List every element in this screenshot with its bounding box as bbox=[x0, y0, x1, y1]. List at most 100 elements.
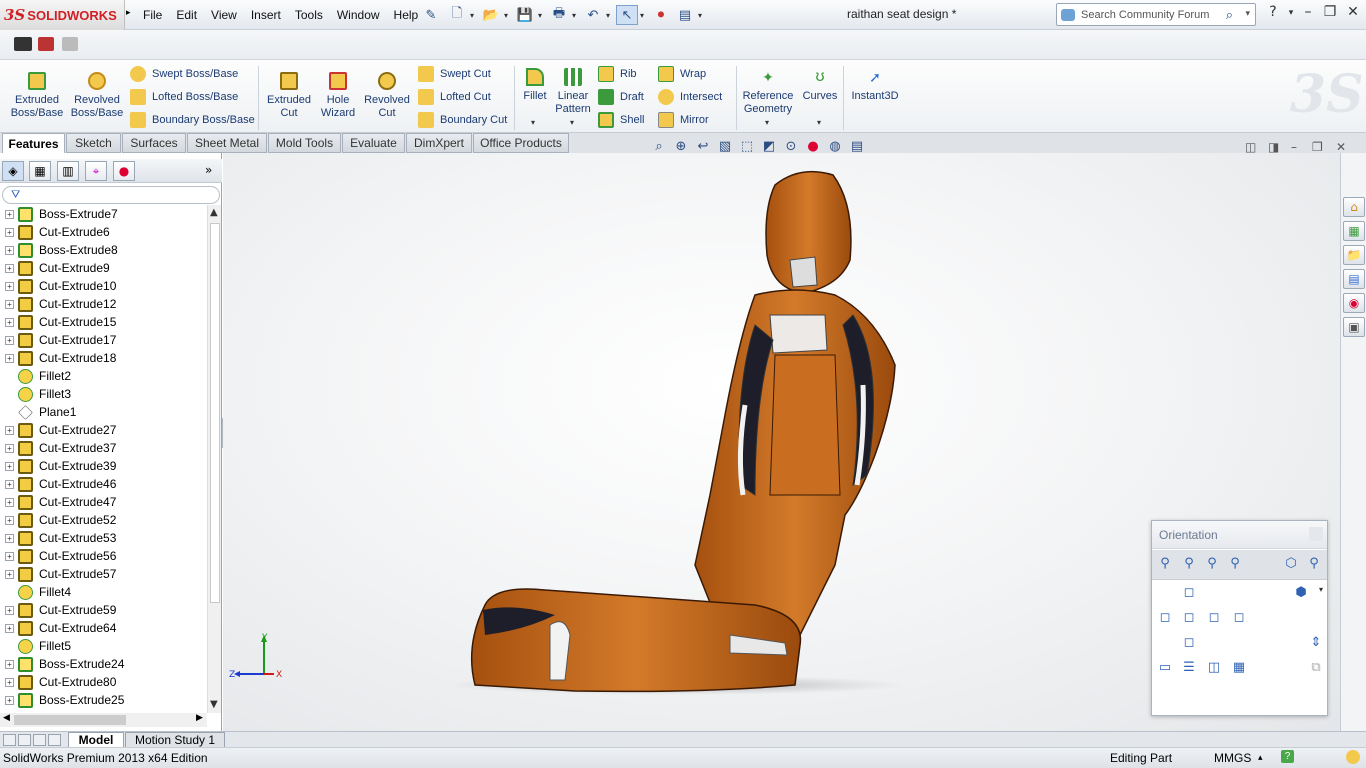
viewport-restore-icon[interactable]: ❐ bbox=[1312, 140, 1323, 154]
menu-tools[interactable]: Tools bbox=[288, 8, 330, 22]
reset-views-icon[interactable]: ⚲ bbox=[1226, 556, 1244, 572]
file-explorer-icon[interactable]: 📁 bbox=[1343, 245, 1365, 265]
new-dropdown-icon[interactable]: ▾ bbox=[470, 11, 478, 20]
display-style-icon[interactable]: ◩ bbox=[760, 139, 778, 157]
tree-node[interactable]: Fillet3 bbox=[0, 385, 207, 403]
tree-node[interactable]: + Cut-Extrude59 bbox=[0, 601, 207, 619]
search-dropdown-icon[interactable]: ▾ bbox=[1245, 8, 1250, 19]
expand-icon[interactable]: + bbox=[5, 317, 14, 327]
record-icon[interactable] bbox=[38, 37, 54, 51]
tab-surfaces[interactable]: Surfaces bbox=[122, 133, 186, 153]
back-view-icon[interactable]: ◻ bbox=[1230, 610, 1248, 626]
viewport-tile2-icon[interactable]: ◨ bbox=[1268, 140, 1279, 154]
menu-file[interactable]: File bbox=[136, 8, 169, 22]
swept-boss-button[interactable]: Swept Boss/Base bbox=[130, 64, 238, 84]
expand-icon[interactable]: + bbox=[5, 551, 14, 561]
tree-node[interactable]: + Cut-Extrude9 bbox=[0, 259, 207, 277]
display-manager-tab-icon[interactable]: ● bbox=[113, 161, 135, 181]
curves-dropdown-icon[interactable]: ▾ bbox=[817, 118, 821, 127]
tree-node[interactable]: + Cut-Extrude10 bbox=[0, 277, 207, 295]
expand-icon[interactable]: + bbox=[5, 443, 14, 453]
unit-system-selector[interactable]: MMGS bbox=[1214, 751, 1251, 765]
search-icon[interactable]: ⌕ bbox=[1226, 7, 1233, 23]
hscrollbar-thumb[interactable] bbox=[14, 715, 126, 725]
scroll-down-icon[interactable]: ▼ bbox=[210, 699, 218, 710]
zoom-to-area-icon[interactable]: ⊕ bbox=[672, 139, 690, 157]
tab-evaluate[interactable]: Evaluate bbox=[342, 133, 405, 153]
close-icon[interactable]: ✕ bbox=[1342, 4, 1364, 20]
viewport-close-icon[interactable]: ✕ bbox=[1336, 140, 1346, 154]
view-orientation-icon[interactable]: ⬚ bbox=[738, 139, 756, 157]
seat-3d-model[interactable] bbox=[455, 165, 915, 705]
menu-window[interactable]: Window bbox=[330, 8, 387, 22]
tree-node[interactable]: + Cut-Extrude39 bbox=[0, 457, 207, 475]
expand-icon[interactable]: + bbox=[5, 353, 14, 363]
menu-view[interactable]: View bbox=[204, 8, 244, 22]
units-dropdown-icon[interactable]: ▴ bbox=[1258, 752, 1263, 763]
single-view-icon[interactable]: ▭ bbox=[1156, 660, 1174, 676]
fillet-button[interactable]: Fillet bbox=[520, 66, 550, 103]
four-view-icon[interactable]: ▦ bbox=[1230, 660, 1248, 676]
tree-node[interactable]: + Cut-Extrude57 bbox=[0, 565, 207, 583]
expand-icon[interactable]: + bbox=[5, 281, 14, 291]
tab-mold-tools[interactable]: Mold Tools bbox=[268, 133, 341, 153]
normal-to-icon[interactable]: ⇕ bbox=[1307, 635, 1325, 651]
tree-node[interactable]: + Boss-Extrude24 bbox=[0, 655, 207, 673]
expand-icon[interactable]: + bbox=[5, 515, 14, 525]
prev-tab-icon[interactable] bbox=[18, 734, 31, 746]
expand-icon[interactable]: + bbox=[5, 659, 14, 669]
pin-view-icon[interactable]: ⚲ bbox=[1156, 556, 1174, 572]
tree-node[interactable]: Plane1 bbox=[0, 403, 207, 421]
menu-insert[interactable]: Insert bbox=[244, 8, 288, 22]
top-view-icon[interactable]: ◻ bbox=[1180, 585, 1198, 601]
expand-icon[interactable]: + bbox=[5, 245, 14, 255]
print-dropdown-icon[interactable]: ▾ bbox=[572, 11, 580, 20]
undo-dropdown-icon[interactable]: ▾ bbox=[606, 11, 614, 20]
print-icon[interactable]: 🖶 bbox=[548, 5, 570, 25]
hide-show-items-icon[interactable]: ⊙ bbox=[782, 139, 800, 157]
scroll-left-icon[interactable]: ◀ bbox=[3, 713, 10, 723]
revolved-cut-button[interactable]: Revolved Cut bbox=[362, 70, 412, 120]
solidworks-logo[interactable]: 3S SOLIDWORKS bbox=[0, 0, 125, 30]
expand-icon[interactable]: + bbox=[5, 335, 14, 345]
options-dropdown-icon[interactable]: ▾ bbox=[698, 11, 706, 20]
edit-appearance-icon[interactable]: ● bbox=[804, 139, 822, 157]
fillet-dropdown-icon[interactable]: ▾ bbox=[531, 118, 535, 127]
intersect-button[interactable]: Intersect bbox=[658, 87, 722, 107]
tree-node[interactable]: + Cut-Extrude15 bbox=[0, 313, 207, 331]
save-icon[interactable]: 💾 bbox=[514, 5, 536, 25]
expand-icon[interactable]: + bbox=[5, 299, 14, 309]
tab-model[interactable]: Model bbox=[68, 732, 124, 748]
expand-icon[interactable]: + bbox=[5, 209, 14, 219]
swept-cut-button[interactable]: Swept Cut bbox=[418, 64, 491, 84]
right-view-icon[interactable]: ◻ bbox=[1205, 610, 1223, 626]
update-view-icon[interactable]: ⚲ bbox=[1203, 556, 1221, 572]
rebuild-icon[interactable]: ⚫ bbox=[650, 5, 672, 25]
expand-icon[interactable]: + bbox=[5, 569, 14, 579]
select-dropdown-icon[interactable]: ▾ bbox=[640, 11, 648, 20]
expand-icon[interactable]: + bbox=[5, 263, 14, 273]
tree-node[interactable]: + Cut-Extrude12 bbox=[0, 295, 207, 313]
save-dropdown-icon[interactable]: ▾ bbox=[538, 11, 546, 20]
expand-icon[interactable]: + bbox=[5, 479, 14, 489]
expand-icon[interactable]: + bbox=[5, 461, 14, 471]
expand-icon[interactable]: + bbox=[5, 533, 14, 543]
scroll-right-icon[interactable]: ▶ bbox=[196, 713, 203, 723]
wrap-button[interactable]: Wrap bbox=[658, 64, 706, 84]
lofted-boss-button[interactable]: Lofted Boss/Base bbox=[130, 87, 238, 107]
camera-icon[interactable] bbox=[14, 37, 32, 51]
expand-icon[interactable]: + bbox=[5, 677, 14, 687]
restore-icon[interactable]: ❐ bbox=[1319, 4, 1341, 20]
feature-manager-tab-icon[interactable]: ◈ bbox=[2, 161, 24, 181]
tree-node[interactable]: + Cut-Extrude37 bbox=[0, 439, 207, 457]
last-tab-icon[interactable] bbox=[48, 734, 61, 746]
linear-pattern-dropdown-icon[interactable]: ▾ bbox=[570, 118, 574, 127]
tab-sheet-metal[interactable]: Sheet Metal bbox=[187, 133, 267, 153]
next-tab-icon[interactable] bbox=[33, 734, 46, 746]
tab-office-products[interactable]: Office Products bbox=[473, 133, 569, 153]
tree-node[interactable]: Fillet5 bbox=[0, 637, 207, 655]
property-manager-tab-icon[interactable]: ▦ bbox=[29, 161, 51, 181]
tree-node[interactable]: + Cut-Extrude53 bbox=[0, 529, 207, 547]
tree-node[interactable]: + Boss-Extrude7 bbox=[0, 205, 207, 223]
linear-pattern-button[interactable]: Linear Pattern bbox=[552, 66, 594, 116]
